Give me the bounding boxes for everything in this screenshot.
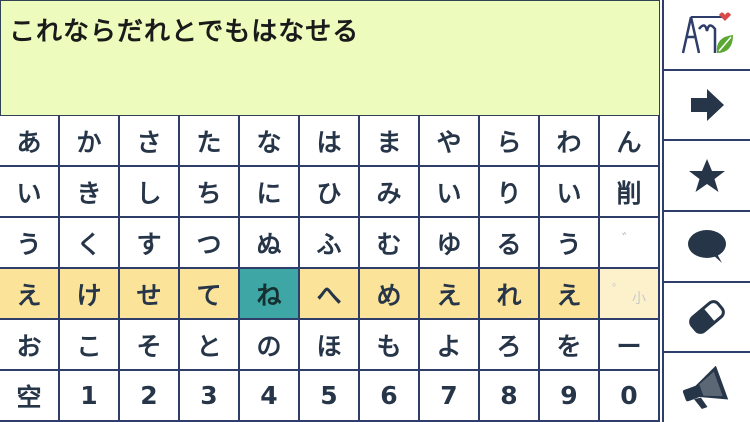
digit-key-4[interactable]: 4 <box>240 371 300 422</box>
key-r2-c1[interactable]: い <box>0 167 60 218</box>
announce-button[interactable] <box>662 353 750 422</box>
speak-button[interactable] <box>662 212 750 283</box>
key-r1-c10[interactable]: わ <box>540 116 600 167</box>
key-r3-c2[interactable]: く <box>60 218 120 269</box>
megaphone-icon <box>682 365 729 409</box>
dakuten-label: ゛ <box>622 231 636 248</box>
key-r4-c1[interactable]: え <box>0 269 60 320</box>
digit-key-3[interactable]: 3 <box>180 371 240 422</box>
key-r1-c4[interactable]: た <box>180 116 240 167</box>
key-r2-c3[interactable]: し <box>120 167 180 218</box>
key-r1-c3[interactable]: さ <box>120 116 180 167</box>
key-r4-c9[interactable]: れ <box>480 269 540 320</box>
key-r3-c7[interactable]: む <box>360 218 420 269</box>
key-r1-c2[interactable]: か <box>60 116 120 167</box>
digit-key-6[interactable]: 6 <box>360 371 420 422</box>
key-r2-c7[interactable]: み <box>360 167 420 218</box>
key-r5-c8[interactable]: よ <box>420 320 480 371</box>
digit-key-0[interactable]: 0 <box>600 371 660 422</box>
kana-keyboard: あかさたなはまやらわんいきしちにひみいりい削うくすつぬふむゆるう゛えけせてねへめ… <box>0 116 660 422</box>
key-r4-c2[interactable]: け <box>60 269 120 320</box>
delete-key[interactable]: 削 <box>600 167 660 218</box>
key-r3-c9[interactable]: る <box>480 218 540 269</box>
handakuten-label: ゜ <box>612 282 626 299</box>
message-text: これならだれとでもはなせる <box>9 17 360 47</box>
arrow-right-icon <box>691 89 724 121</box>
favorites-button[interactable] <box>662 141 750 213</box>
key-r1-c7[interactable]: ま <box>360 116 420 167</box>
key-r4-c8[interactable]: え <box>420 269 480 320</box>
key-r3-c3[interactable]: す <box>120 218 180 269</box>
key-r4-c4[interactable]: て <box>180 269 240 320</box>
key-r4-c7[interactable]: め <box>360 269 420 320</box>
key-r3-c6[interactable]: ふ <box>300 218 360 269</box>
key-r1-c9[interactable]: ら <box>480 116 540 167</box>
digit-key-5[interactable]: 5 <box>300 371 360 422</box>
digit-key-1[interactable]: 1 <box>60 371 120 422</box>
message-display: これならだれとでもはなせる <box>0 0 660 116</box>
erase-button[interactable] <box>662 282 750 354</box>
app-logo-button[interactable] <box>662 0 750 71</box>
small-kana-label: 小 <box>632 290 646 307</box>
key-r4-c3[interactable]: せ <box>120 269 180 320</box>
key-r4-c6[interactable]: へ <box>300 269 360 320</box>
star-icon <box>689 158 725 192</box>
key-r2-c6[interactable]: ひ <box>300 167 360 218</box>
key-r2-c5[interactable]: に <box>240 167 300 218</box>
key-r4-c10[interactable]: え <box>540 269 600 320</box>
key-r5-c2[interactable]: こ <box>60 320 120 371</box>
key-r2-c10[interactable]: い <box>540 167 600 218</box>
side-toolbar <box>662 0 750 422</box>
key-r5-c6[interactable]: ほ <box>300 320 360 371</box>
digit-key-2[interactable]: 2 <box>120 371 180 422</box>
digit-key-7[interactable]: 7 <box>420 371 480 422</box>
key-r5-c10[interactable]: を <box>540 320 600 371</box>
key-r5-c5[interactable]: の <box>240 320 300 371</box>
key-r1-c6[interactable]: は <box>300 116 360 167</box>
forward-button[interactable] <box>662 70 750 142</box>
key-r5-c7[interactable]: も <box>360 320 420 371</box>
eraser-icon <box>689 300 725 334</box>
handakuten-small-key[interactable]: ゜小 <box>600 269 660 320</box>
key-r3-c8[interactable]: ゆ <box>420 218 480 269</box>
key-r3-c1[interactable]: う <box>0 218 60 269</box>
long-vowel-key[interactable]: ー <box>600 320 660 371</box>
key-r5-c4[interactable]: と <box>180 320 240 371</box>
key-r3-c4[interactable]: つ <box>180 218 240 269</box>
key-r1-c8[interactable]: や <box>420 116 480 167</box>
key-r2-c9[interactable]: り <box>480 167 540 218</box>
app-logo-icon <box>681 12 733 54</box>
key-r3-c5[interactable]: ぬ <box>240 218 300 269</box>
space-key[interactable]: 空 <box>0 371 60 422</box>
speech-bubble-icon <box>688 230 726 264</box>
key-r5-c9[interactable]: ろ <box>480 320 540 371</box>
key-r1-c11[interactable]: ん <box>600 116 660 167</box>
key-r2-c4[interactable]: ち <box>180 167 240 218</box>
key-r1-c1[interactable]: あ <box>0 116 60 167</box>
dakuten-key[interactable]: ゛ <box>600 218 660 269</box>
digit-key-9[interactable]: 9 <box>540 371 600 422</box>
key-r4-c5[interactable]: ね <box>240 269 300 320</box>
key-r1-c5[interactable]: な <box>240 116 300 167</box>
key-r5-c1[interactable]: お <box>0 320 60 371</box>
key-r3-c10[interactable]: う <box>540 218 600 269</box>
key-r5-c3[interactable]: そ <box>120 320 180 371</box>
key-r2-c2[interactable]: き <box>60 167 120 218</box>
digit-key-8[interactable]: 8 <box>480 371 540 422</box>
key-r2-c8[interactable]: い <box>420 167 480 218</box>
